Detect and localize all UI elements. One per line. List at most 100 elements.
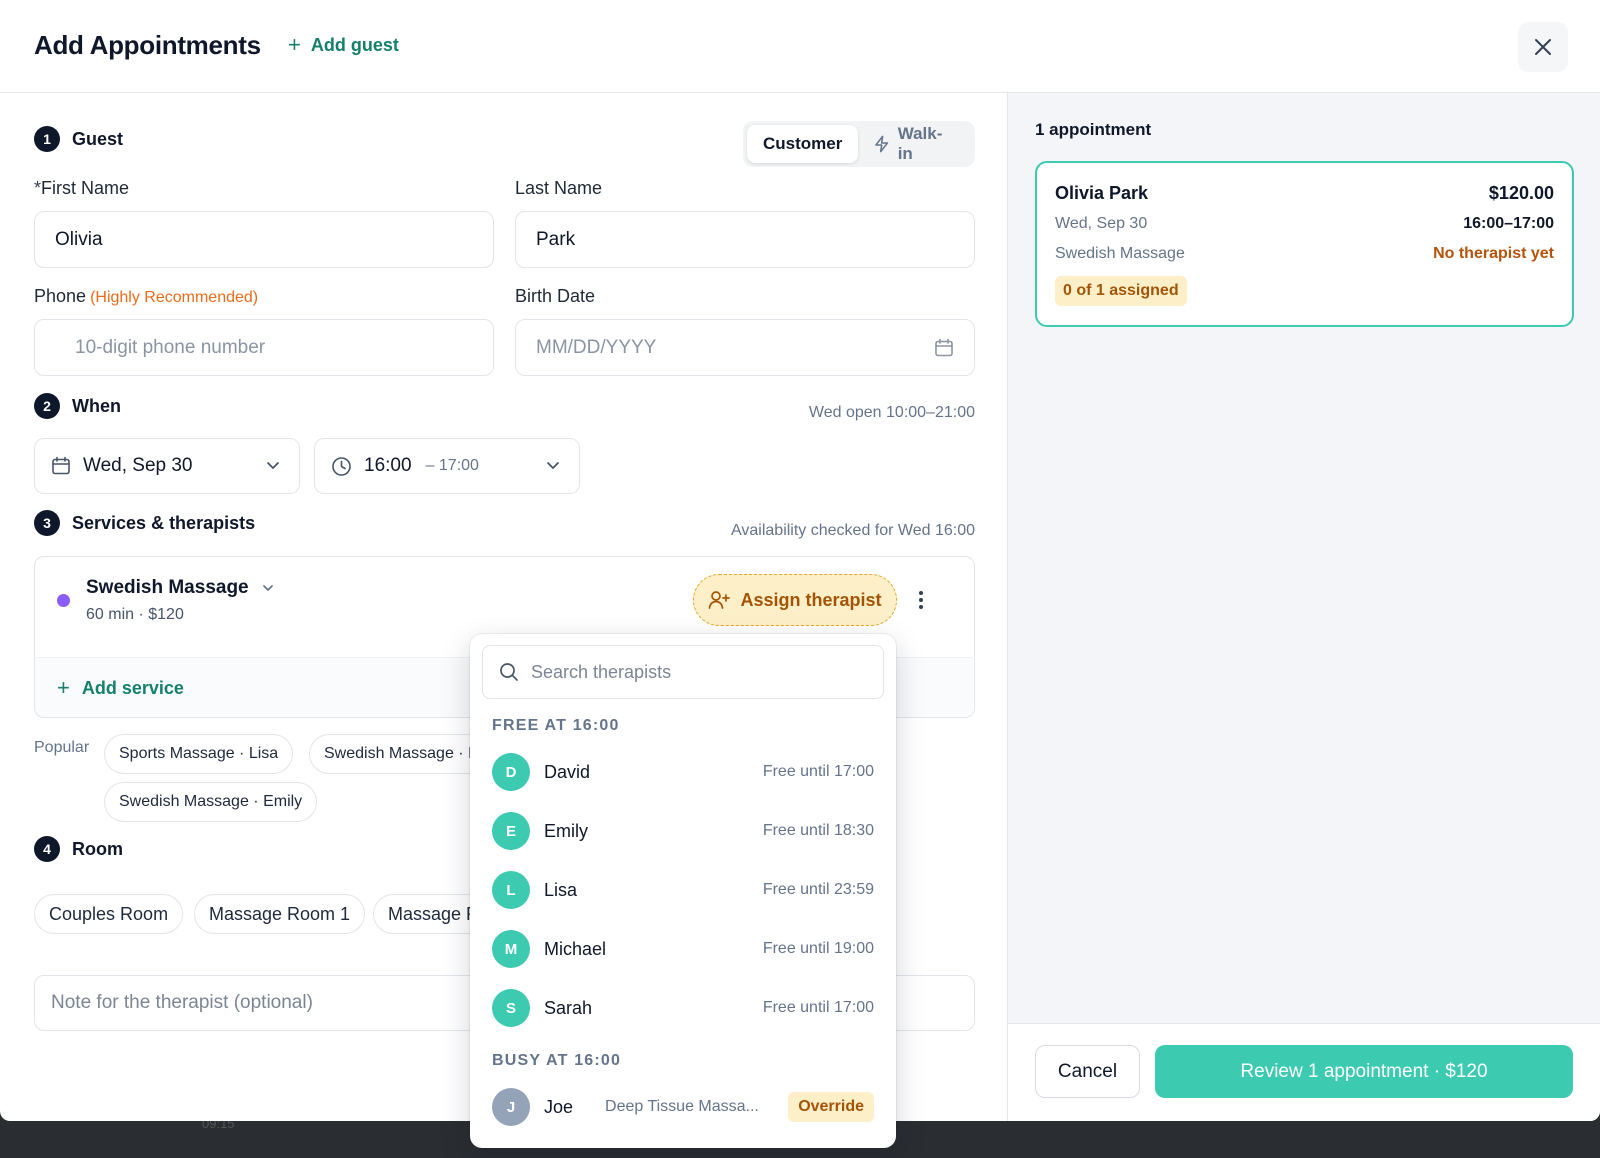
avatar: E [492,812,530,850]
modal-footer: Cancel Review 1 appointment · $120 [1008,1023,1600,1121]
modal-header: Add Appointments + Add guest [0,0,1600,93]
appointment-date: Wed, Sep 30 [1055,215,1148,232]
service-name-select[interactable]: Swedish Massage [86,577,275,599]
therapist-search-input[interactable]: Search therapists [482,645,884,699]
time-end: – 17:00 [425,457,479,474]
plus-icon: + [57,675,70,700]
avatar: S [492,989,530,1027]
chevron-down-icon [262,585,273,591]
summary-title: 1 appointment [1035,120,1152,139]
avatar: J [492,1088,530,1126]
service-name: Swedish Massage [86,577,249,598]
therapist-option-busy[interactable]: J Joe Deep Tissue Massa... Override [482,1080,884,1134]
step-room-heading: 4 Room [34,836,123,862]
step-guest-heading: 1 Guest [34,126,123,152]
first-name-label-text: First Name [41,178,130,198]
busy-service: Deep Tissue Massa... [605,1098,759,1115]
clock-icon [332,456,351,476]
plus-icon: + [288,32,301,57]
availability-note: Availability checked for Wed 16:00 [731,522,975,539]
assign-therapist-button[interactable]: Assign therapist [693,574,897,626]
popular-chip[interactable]: Sports Massage · Lisa [104,734,294,774]
date-value: Wed, Sep 30 [83,455,193,476]
service-color-dot [57,594,70,607]
walkin-toggle[interactable]: Walk-in [858,124,971,163]
last-name-field[interactable]: Park [515,211,975,268]
add-guest-button[interactable]: + Add guest [288,34,399,56]
add-appointments-modal: Add Appointments + Add guest 1 Guest Cus… [0,0,1600,1148]
step-when-heading: 2 When [34,393,121,419]
appointment-guest-name: Olivia Park [1055,183,1149,203]
add-guest-label: Add guest [310,34,399,55]
close-icon [1535,39,1551,55]
step-number: 1 [34,126,60,152]
therapist-name: Emily [544,820,588,841]
first-name-field[interactable]: Olivia [34,211,494,268]
appointment-service: Swedish Massage [1055,245,1185,262]
service-meta: 60 min · $120 [86,606,184,623]
birth-date-label: Birth Date [515,286,596,306]
step-label: Room [72,838,123,859]
add-service-button[interactable]: + Add service [57,675,184,701]
chevron-down-icon [547,462,559,469]
free-section-heading: FREE AT 16:00 [492,717,620,734]
add-service-label: Add service [81,677,184,698]
popular-chip[interactable]: Swedish Massage · Emily [309,734,474,774]
phone-label: Phone (Highly Recommended) [34,286,258,307]
review-appointments-button[interactable]: Review 1 appointment · $120 [1155,1045,1573,1098]
calendar-icon [52,456,70,475]
cancel-button[interactable]: Cancel [1035,1045,1140,1098]
date-select[interactable]: Wed, Sep 30 [34,438,300,494]
popular-chip[interactable]: Swedish Massage · Emily [104,782,318,822]
popular-label: Popular [34,739,90,756]
therapist-availability: Free until 23:59 [762,881,874,898]
therapist-name: Sarah [544,997,593,1018]
close-button[interactable] [1518,22,1568,72]
customer-toggle[interactable]: Customer [747,125,859,163]
room-chip[interactable]: Couples Room [34,894,184,934]
therapist-status: No therapist yet [1433,245,1554,262]
therapist-availability: Free until 17:00 [762,999,874,1016]
appointment-price: $120.00 [1488,183,1554,203]
avatar: D [492,753,530,791]
busy-section-heading: BUSY AT 16:00 [492,1052,622,1069]
user-plus-icon [709,591,731,609]
therapist-availability: Free until 17:00 [762,763,874,780]
step-services-heading: 3 Services & therapists [34,510,255,536]
phone-hint: (Highly Recommended) [90,289,259,306]
therapist-dropdown: Search therapists FREE AT 16:00 D David … [470,634,896,1148]
search-placeholder: Search therapists [531,661,672,682]
therapist-option[interactable]: M Michael Free until 19:00 [482,922,884,976]
birth-date-placeholder: MM/DD/YYYY [536,336,657,358]
first-name-label: *First Name [34,178,129,199]
room-chip[interactable]: Massage Room 1 [194,894,366,934]
phone-field[interactable]: 10-digit phone number [34,319,494,376]
walkin-label: Walk-in [897,124,943,163]
birth-date-field[interactable]: MM/DD/YYYY [515,319,975,376]
more-options-icon[interactable] [911,587,931,613]
therapist-name: Joe [544,1096,574,1117]
step-number: 2 [34,393,60,419]
last-name-label: Last Name [515,178,603,198]
opening-hours: Wed open 10:00–21:00 [808,404,975,421]
avatar: L [492,871,530,909]
appointment-summary-card[interactable]: Olivia Park $120.00 Wed, Sep 30 16:00–17… [1035,161,1574,327]
calendar-icon[interactable] [934,338,954,358]
phone-label-text: Phone [34,286,87,306]
search-icon [500,663,518,681]
lightning-icon [875,135,889,153]
therapist-option[interactable]: S Sarah Free until 17:00 [482,981,884,1035]
therapist-option[interactable]: E Emily Free until 18:30 [482,804,884,858]
therapist-name: David [544,761,591,782]
time-select[interactable]: 16:00 – 17:00 [314,438,580,494]
room-chip[interactable]: Massage Room 2 [373,894,483,934]
therapist-name: Lisa [544,879,578,900]
override-button[interactable]: Override [788,1092,874,1122]
modal-title: Add Appointments [34,30,261,60]
therapist-availability: Free until 19:00 [762,940,874,957]
step-label: Services & therapists [72,512,256,533]
therapist-option[interactable]: D David Free until 17:00 [482,745,884,799]
summary-panel: 1 appointment Olivia Park $120.00 Wed, S… [1007,93,1600,1121]
appointment-time: 16:00–17:00 [1463,215,1554,232]
therapist-option[interactable]: L Lisa Free until 23:59 [482,863,884,917]
